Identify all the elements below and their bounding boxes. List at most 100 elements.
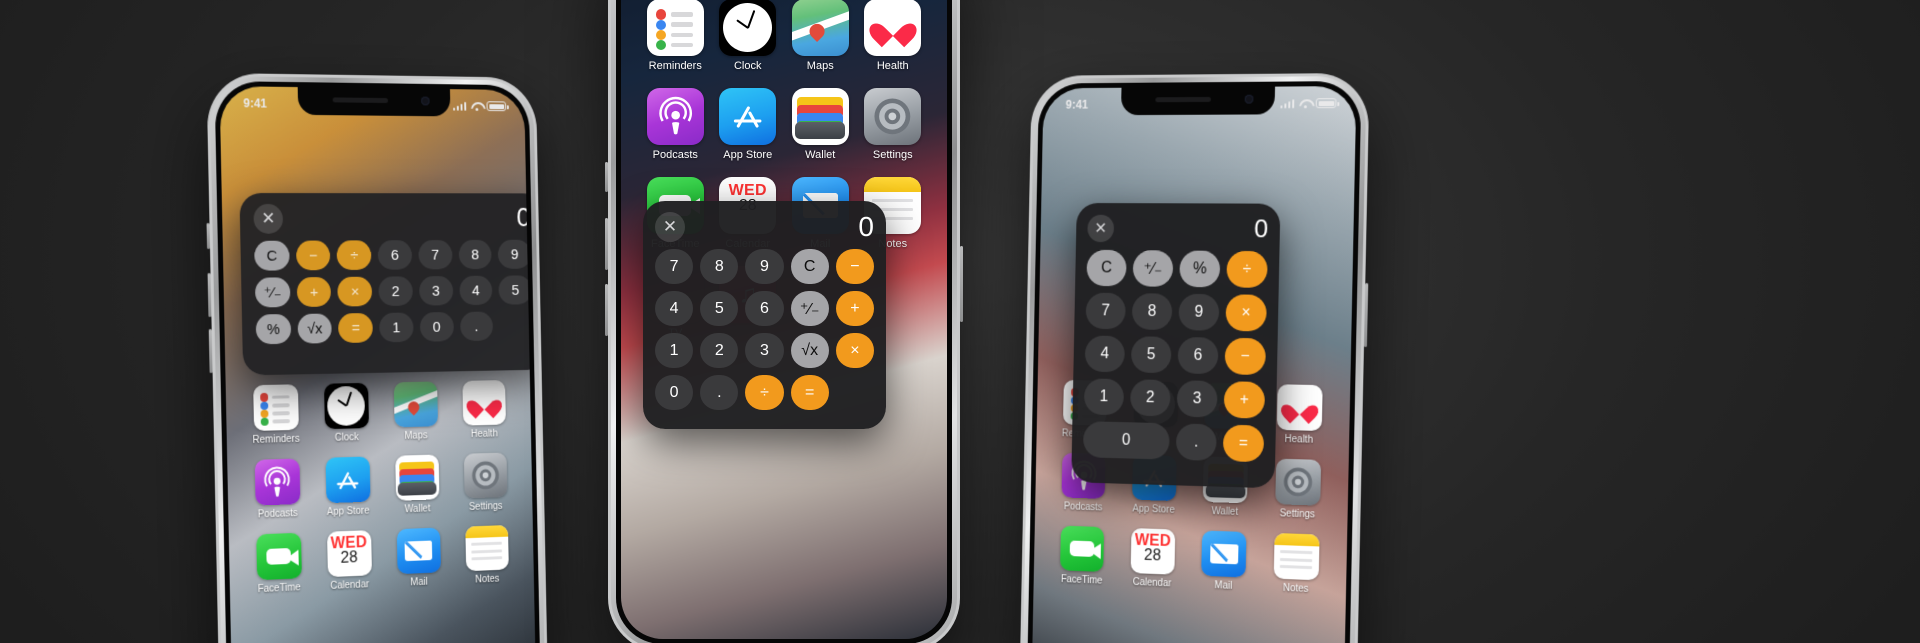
close-icon[interactable]: ✕: [253, 203, 284, 234]
calc-key-√x[interactable]: √x: [297, 313, 333, 344]
reminders-icon: [252, 384, 299, 431]
side-power-button[interactable]: [960, 246, 963, 322]
app-icon-mail[interactable]: Mail: [1187, 530, 1260, 593]
calc-key-8[interactable]: 8: [700, 249, 739, 284]
app-icon-health[interactable]: Health: [449, 380, 518, 441]
calc-key-.[interactable]: .: [459, 311, 494, 342]
mute-switch[interactable]: [206, 222, 211, 249]
volume-down-button[interactable]: [208, 329, 213, 374]
calc-key-6[interactable]: 6: [1177, 336, 1219, 375]
calc-key-−[interactable]: −: [295, 240, 331, 271]
calc-key-⁺⁄₋[interactable]: ⁺⁄₋: [1132, 250, 1174, 287]
calc-key-÷[interactable]: ÷: [336, 240, 372, 271]
close-icon[interactable]: ✕: [1087, 214, 1115, 242]
app-icon-settings[interactable]: Settings: [451, 452, 520, 513]
calc-key-1[interactable]: 1: [379, 312, 414, 343]
calc-key-8[interactable]: 8: [458, 239, 492, 270]
calc-key-3[interactable]: 3: [1176, 380, 1218, 418]
app-icon-app-store[interactable]: App Store: [712, 88, 785, 161]
calculator-panel-center[interactable]: ✕ 0 7 8 9 C − 4 5 6 ⁺⁄₋ +1 2 3 √x × 0. ÷ =: [643, 201, 886, 429]
calculator-header: ✕ 0: [253, 203, 531, 234]
calc-key-C[interactable]: C: [1086, 249, 1127, 287]
calc-key-−[interactable]: −: [835, 249, 874, 284]
app-icon-facetime[interactable]: FaceTime: [243, 532, 315, 595]
calc-key-=[interactable]: =: [338, 313, 374, 344]
calc-key-=[interactable]: =: [1222, 424, 1265, 463]
app-icon-health[interactable]: Health: [857, 0, 930, 72]
calc-key-÷[interactable]: ÷: [745, 375, 784, 410]
calc-key-2[interactable]: 2: [378, 276, 413, 307]
calc-key-÷[interactable]: ÷: [1226, 250, 1268, 288]
calc-key-1[interactable]: 1: [1083, 378, 1125, 416]
volume-down-button[interactable]: [605, 284, 608, 336]
calc-key-2[interactable]: 2: [700, 333, 739, 368]
calc-key-0[interactable]: 0: [655, 375, 694, 410]
calculator-panel-right[interactable]: ✕ 0 C ⁺⁄₋% ÷ 7 8 9 × 4 5 6− 1 2 3 +0. =: [1071, 202, 1281, 489]
calc-key-6[interactable]: 6: [745, 291, 784, 326]
calc-key-+[interactable]: +: [1223, 381, 1266, 419]
calc-key-%[interactable]: %: [255, 314, 292, 345]
calc-key-×[interactable]: ×: [1225, 294, 1267, 332]
app-icon-notes[interactable]: Notes: [452, 525, 521, 587]
calc-key-%[interactable]: %: [1179, 250, 1221, 288]
app-label: Settings: [1279, 508, 1316, 521]
calc-key-8[interactable]: 8: [1131, 293, 1173, 331]
maps-icon: [791, 0, 849, 56]
calc-key-4[interactable]: 4: [655, 291, 694, 326]
app-icon-maps[interactable]: Maps: [784, 0, 857, 72]
calc-key-+[interactable]: +: [835, 291, 874, 326]
app-icon-wallet[interactable]: Wallet: [382, 454, 452, 516]
calc-key-3[interactable]: 3: [418, 276, 453, 306]
app-icon-maps[interactable]: Maps: [380, 381, 450, 442]
app-icon-clock[interactable]: Clock: [311, 382, 382, 445]
calculator-panel-left[interactable]: ✕ 0 C − ÷ 6 7 8 9 ⁺⁄₋ + × 2 3 4 5% √x = 1 0.: [239, 192, 536, 376]
app-icon-podcasts[interactable]: Podcasts: [639, 88, 712, 161]
calc-key-×[interactable]: ×: [337, 276, 373, 307]
mute-switch[interactable]: [605, 162, 608, 192]
volume-up-button[interactable]: [605, 218, 608, 270]
app-icon-calendar[interactable]: WED28Calendar: [314, 530, 385, 593]
calc-key-9[interactable]: 9: [497, 239, 532, 269]
app-icon-calendar[interactable]: WED28Calendar: [1117, 528, 1189, 590]
calc-key-2[interactable]: 2: [1130, 379, 1171, 417]
app-icon-notes[interactable]: Notes: [1259, 532, 1333, 595]
calc-key-=[interactable]: =: [790, 375, 829, 410]
calc-key-√x[interactable]: √x: [790, 333, 829, 368]
calc-key-3[interactable]: 3: [745, 333, 784, 368]
calc-key-7[interactable]: 7: [1085, 292, 1126, 330]
calc-key-×[interactable]: ×: [835, 333, 874, 368]
calc-key-0[interactable]: 0: [1082, 421, 1170, 460]
calc-key-7[interactable]: 7: [418, 240, 453, 270]
volume-up-button[interactable]: [207, 272, 212, 318]
app-icon-wallet[interactable]: Wallet: [784, 88, 857, 161]
calc-key-C[interactable]: C: [254, 240, 290, 271]
app-icon-app-store[interactable]: App Store: [312, 456, 383, 518]
app-icon-podcasts[interactable]: Podcasts: [241, 458, 313, 521]
calc-key-9[interactable]: 9: [1178, 293, 1220, 331]
calc-key-0[interactable]: 0: [419, 312, 454, 342]
calc-key-6[interactable]: 6: [377, 240, 413, 270]
app-icon-settings[interactable]: Settings: [857, 88, 930, 161]
app-icon-reminders[interactable]: Reminders: [239, 384, 311, 446]
side-power-button[interactable]: [1363, 283, 1369, 348]
calc-key-5[interactable]: 5: [700, 291, 739, 326]
calc-key-1[interactable]: 1: [655, 333, 694, 368]
calc-key-5[interactable]: 5: [1130, 336, 1172, 374]
calc-key-9[interactable]: 9: [745, 249, 784, 284]
calc-key-+[interactable]: +: [296, 277, 332, 308]
calc-key-.[interactable]: .: [1175, 423, 1217, 461]
app-icon-clock[interactable]: Clock: [712, 0, 785, 72]
close-icon[interactable]: ✕: [655, 212, 685, 242]
app-icon-mail[interactable]: Mail: [383, 527, 453, 589]
app-icon-reminders[interactable]: Reminders: [639, 0, 712, 72]
app-icon-facetime[interactable]: FaceTime: [1047, 525, 1118, 587]
calc-key-C[interactable]: C: [790, 249, 829, 284]
calc-key-4[interactable]: 4: [1084, 335, 1125, 373]
calc-key-.[interactable]: .: [700, 375, 739, 410]
calc-key-7[interactable]: 7: [655, 249, 694, 284]
calc-key-−[interactable]: −: [1224, 337, 1266, 376]
calc-key-⁺⁄₋[interactable]: ⁺⁄₋: [254, 277, 291, 308]
calc-key-⁺⁄₋[interactable]: ⁺⁄₋: [790, 291, 829, 326]
calc-key-4[interactable]: 4: [458, 275, 493, 306]
calc-key-5[interactable]: 5: [498, 275, 533, 305]
